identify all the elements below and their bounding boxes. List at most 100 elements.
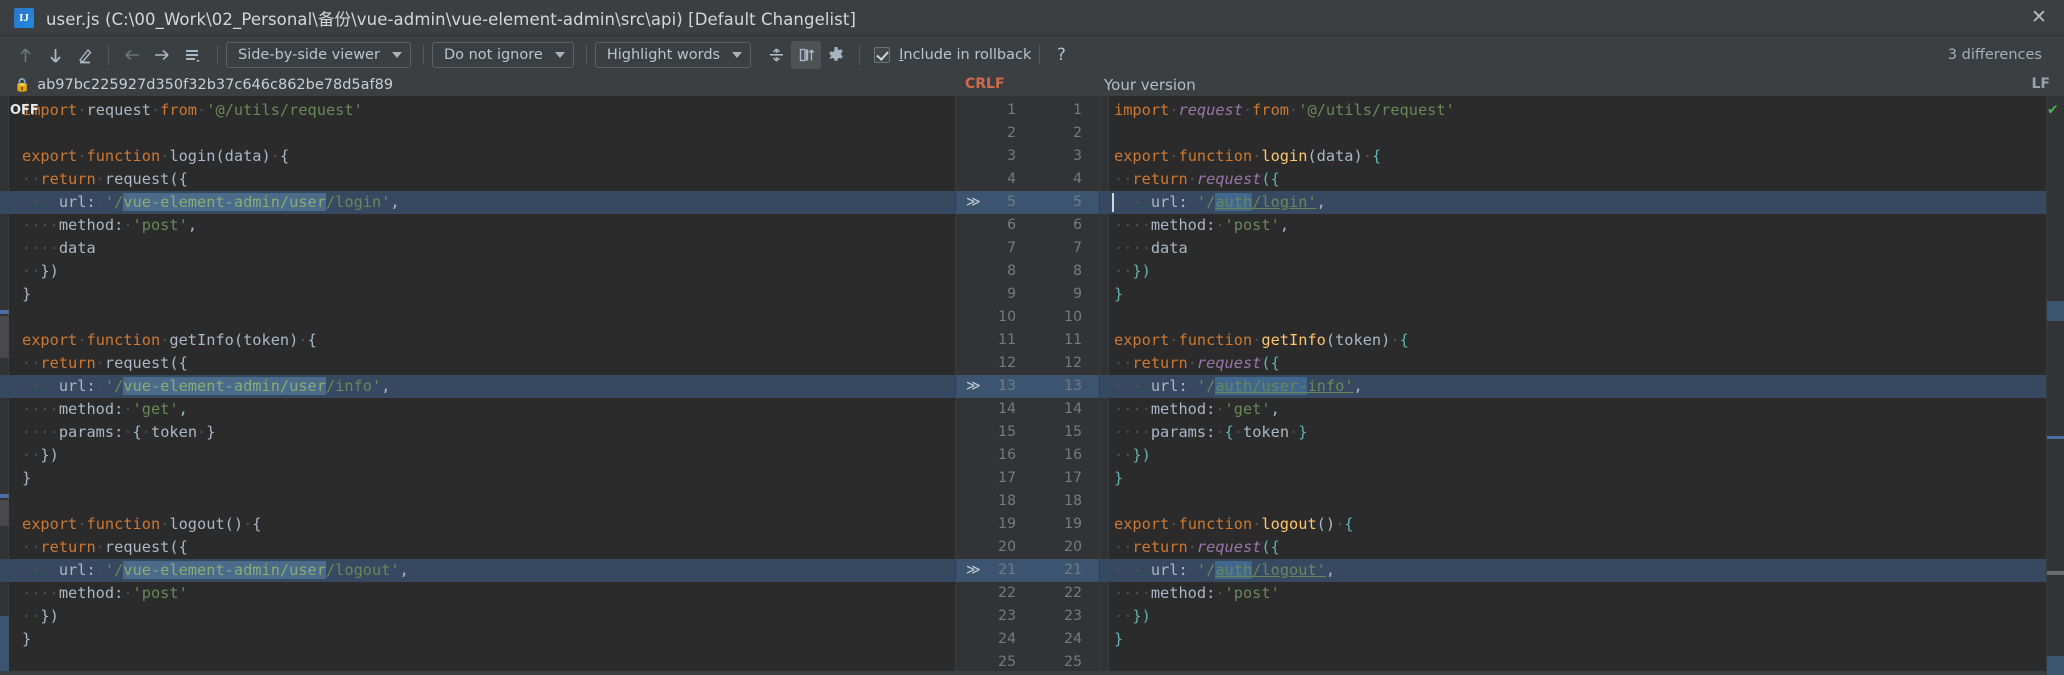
code-line[interactable]: ··return·request({ bbox=[1100, 536, 2046, 559]
code-line[interactable]: ··}) bbox=[1100, 260, 2046, 283]
gutter-row[interactable]: 15 15 bbox=[956, 421, 1099, 444]
viewer-mode-dropdown[interactable]: Side-by-side viewer bbox=[226, 42, 411, 68]
apply-change-chevron-icon[interactable]: ≫ bbox=[966, 375, 981, 398]
gutter-row[interactable]: 25 25 bbox=[956, 651, 1099, 671]
left-editor-pane[interactable]: OFF import·request·from·'@/utils/request'… bbox=[0, 96, 955, 671]
gutter-row[interactable]: ≫ 13 13 bbox=[956, 375, 1099, 398]
code-line[interactable]: ····method:·'post', bbox=[1100, 214, 2046, 237]
gutter-row[interactable]: 11 11 bbox=[956, 329, 1099, 352]
code-line[interactable]: export·function·getInfo(token)·{ bbox=[0, 329, 955, 352]
accept-right-icon[interactable] bbox=[147, 41, 177, 69]
code-line[interactable]: } bbox=[1100, 283, 2046, 306]
code-line[interactable]: } bbox=[0, 467, 955, 490]
gutter-row[interactable]: 19 19 bbox=[956, 513, 1099, 536]
stripe-marker-line-21[interactable] bbox=[2047, 571, 2064, 575]
gutter-row[interactable]: 16 16 bbox=[956, 444, 1099, 467]
gutter-row[interactable]: 11 bbox=[956, 99, 1099, 122]
code-line[interactable]: OFF import·request·from·'@/utils/request' bbox=[0, 99, 955, 122]
code-line[interactable]: ··return·request({ bbox=[1100, 168, 2046, 191]
code-line[interactable] bbox=[0, 651, 955, 671]
code-line[interactable]: ··}) bbox=[1100, 605, 2046, 628]
gutter-row[interactable]: 22 22 bbox=[956, 582, 1099, 605]
code-line[interactable] bbox=[1100, 490, 2046, 513]
gutter-row[interactable]: 18 18 bbox=[956, 490, 1099, 513]
code-line[interactable]: ····method:·'post' bbox=[1100, 582, 2046, 605]
next-difference-icon[interactable] bbox=[40, 41, 70, 69]
gutter-row[interactable]: 99 bbox=[956, 283, 1099, 306]
right-line-separator-label[interactable]: LF bbox=[2032, 76, 2050, 92]
code-line[interactable]: ····method:·'post' bbox=[0, 582, 955, 605]
gutter-row[interactable]: 77 bbox=[956, 237, 1099, 260]
code-line[interactable]: import·request·from·'@/utils/request' bbox=[1100, 99, 2046, 122]
code-line[interactable] bbox=[1100, 306, 2046, 329]
code-line[interactable]: } bbox=[0, 283, 955, 306]
code-line[interactable]: } bbox=[0, 628, 955, 651]
code-line[interactable]: ····params:·{·token·} bbox=[1100, 421, 2046, 444]
error-stripe-marker-column[interactable]: ✔ bbox=[2046, 96, 2064, 675]
code-line[interactable]: ····data bbox=[1100, 237, 2046, 260]
code-line[interactable]: ····method:·'get', bbox=[0, 398, 955, 421]
synchronize-scroll-icon[interactable] bbox=[791, 41, 822, 69]
code-line[interactable]: ··return·request({ bbox=[0, 352, 955, 375]
gutter-row[interactable]: 24 24 bbox=[956, 628, 1099, 651]
code-line[interactable]: } bbox=[1100, 467, 2046, 490]
whitespace-mode-dropdown[interactable]: Do not ignore bbox=[431, 42, 574, 68]
code-line[interactable]: export·function·getInfo(token)·{ bbox=[1100, 329, 2046, 352]
gutter-row[interactable]: 17 17 bbox=[956, 467, 1099, 490]
code-line[interactable]: ····url:·'/vue-element-admin/user/logout… bbox=[0, 559, 955, 582]
gutter-row[interactable]: 44 bbox=[956, 168, 1099, 191]
code-line[interactable]: export·function·login(data)·{ bbox=[1100, 145, 2046, 168]
code-line[interactable]: ··}) bbox=[0, 444, 955, 467]
gear-icon[interactable] bbox=[821, 41, 851, 69]
code-line[interactable]: ····method:·'post', bbox=[0, 214, 955, 237]
right-editor-pane[interactable]: import·request·from·'@/utils/request' exp… bbox=[1100, 96, 2046, 671]
code-line[interactable]: ··}) bbox=[1100, 444, 2046, 467]
gutter-row[interactable]: 23 23 bbox=[956, 605, 1099, 628]
code-line[interactable]: export·function·logout()·{ bbox=[0, 513, 955, 536]
accept-left-icon[interactable] bbox=[117, 41, 147, 69]
code-line[interactable] bbox=[1100, 651, 2046, 671]
previous-difference-icon[interactable] bbox=[10, 41, 40, 69]
code-line[interactable]: ····method:·'get', bbox=[1100, 398, 2046, 421]
highlight-mode-dropdown[interactable]: Highlight words bbox=[594, 42, 752, 68]
code-line[interactable]: export·function·login(data)·{ bbox=[0, 145, 955, 168]
gutter-row[interactable]: 66 bbox=[956, 214, 1099, 237]
gutter-row[interactable]: 22 bbox=[956, 122, 1099, 145]
stripe-marker-bottom[interactable] bbox=[2047, 656, 2064, 675]
left-code-area[interactable]: OFF import·request·from·'@/utils/request'… bbox=[0, 96, 955, 671]
code-line[interactable]: ··}) bbox=[0, 260, 955, 283]
stripe-marker-line-13[interactable] bbox=[2047, 436, 2064, 439]
stripe-marker-line-5[interactable] bbox=[2047, 301, 2064, 321]
gutter-row[interactable]: 20 20 bbox=[956, 536, 1099, 559]
code-line[interactable]: ····url:·'/auth/user-info', bbox=[1100, 375, 2046, 398]
code-line[interactable] bbox=[1100, 122, 2046, 145]
code-line[interactable]: export·function·logout()·{ bbox=[1100, 513, 2046, 536]
code-line[interactable]: } bbox=[1100, 628, 2046, 651]
collapse-unchanged-fragments-icon[interactable] bbox=[761, 41, 791, 69]
help-icon[interactable]: ? bbox=[1048, 45, 1074, 65]
code-line[interactable] bbox=[0, 122, 955, 145]
gutter-row[interactable]: 33 bbox=[956, 145, 1099, 168]
code-line[interactable]: ····url:·'/auth/logout', bbox=[1100, 559, 2046, 582]
apply-change-chevron-icon[interactable]: ≫ bbox=[966, 191, 981, 214]
gutter-row[interactable]: 10 10 bbox=[956, 306, 1099, 329]
code-line[interactable]: ····data bbox=[0, 237, 955, 260]
code-line[interactable] bbox=[0, 490, 955, 513]
gutter-row[interactable]: ≫ 5 5 bbox=[956, 191, 1099, 214]
include-in-rollback-checkbox[interactable]: Include in rollback bbox=[874, 47, 1031, 63]
left-line-separator-label[interactable]: CRLF bbox=[965, 76, 1005, 92]
code-line[interactable]: ····url:·'/auth/login', bbox=[1100, 191, 2046, 214]
gutter-row[interactable]: 88 bbox=[956, 260, 1099, 283]
gutter-row[interactable]: ≫ 21 21 bbox=[956, 559, 1099, 582]
code-line[interactable]: ··return·request({ bbox=[0, 536, 955, 559]
right-code-area[interactable]: import·request·from·'@/utils/request' exp… bbox=[1100, 96, 2046, 671]
code-line[interactable]: ··}) bbox=[0, 605, 955, 628]
code-line[interactable]: ····url:·'/vue-element-admin/user/info', bbox=[0, 375, 955, 398]
code-line[interactable]: ····params:·{·token·} bbox=[0, 421, 955, 444]
gutter-row[interactable]: 14 14 bbox=[956, 398, 1099, 421]
apply-change-chevron-icon[interactable]: ≫ bbox=[966, 559, 981, 582]
annotate-icon[interactable] bbox=[70, 41, 100, 69]
difference-list-icon[interactable] bbox=[177, 41, 207, 69]
code-line[interactable]: ··return·request({ bbox=[0, 168, 955, 191]
checkbox-box[interactable] bbox=[874, 47, 891, 63]
